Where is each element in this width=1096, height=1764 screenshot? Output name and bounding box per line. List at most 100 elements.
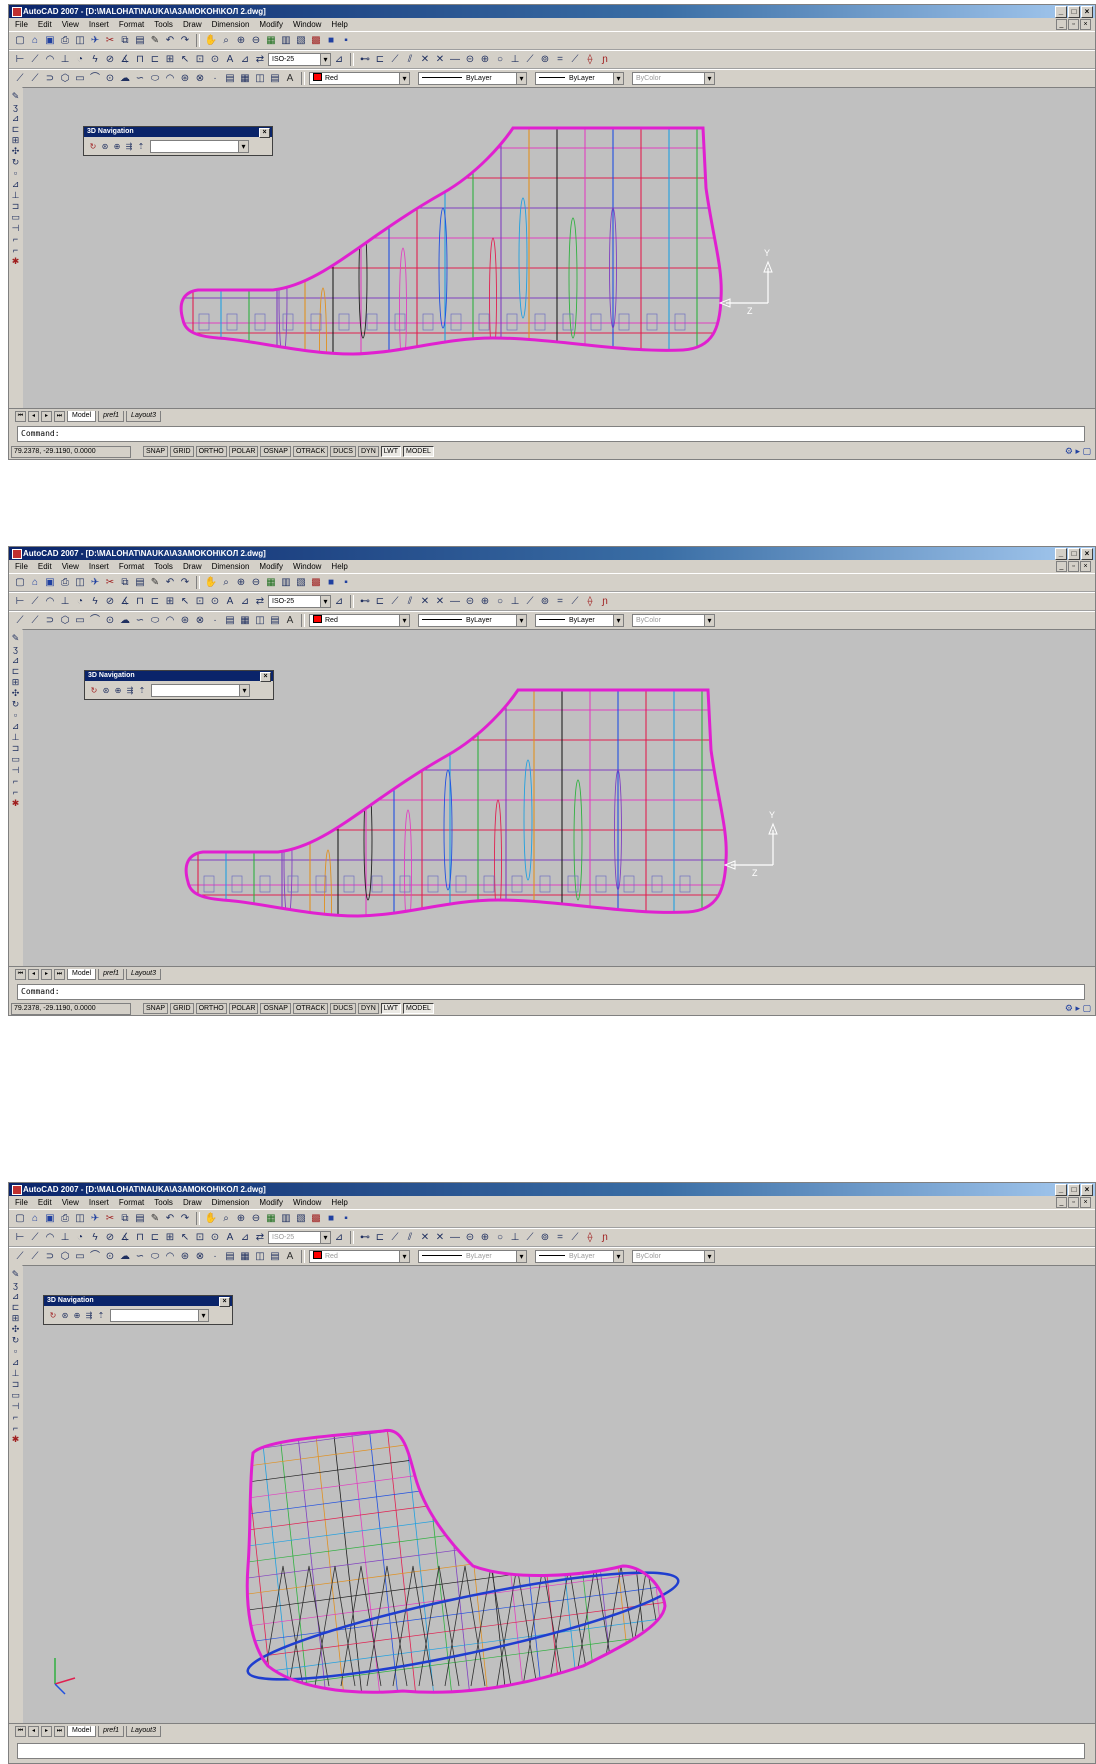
zoom-window-icon[interactable]: ⊕ xyxy=(234,1212,248,1225)
join-tool-icon[interactable]: ⊣ xyxy=(12,223,20,233)
plotstyle-dropdown[interactable]: ByColor xyxy=(632,72,715,85)
menu-help[interactable]: Help xyxy=(331,560,347,573)
orbit-icon[interactable]: ↻ xyxy=(89,686,99,696)
polygon-icon[interactable]: ⬡ xyxy=(58,614,72,627)
join-tool-icon[interactable]: ⊣ xyxy=(12,765,20,775)
pan-icon[interactable]: ✋ xyxy=(204,34,218,47)
zoom-realtime-icon[interactable]: ⌕ xyxy=(219,1212,233,1225)
quickcalc-icon[interactable]: ▪ xyxy=(339,34,353,47)
minimize-button[interactable]: _ xyxy=(1055,1184,1067,1196)
plot-preview-icon[interactable]: ◫ xyxy=(73,34,87,47)
insert-block-icon[interactable]: ⊛ xyxy=(178,1250,192,1263)
trim-icon[interactable]: ⊕ xyxy=(478,53,492,66)
polar-toggle[interactable]: POLAR xyxy=(228,446,259,457)
tool-palettes-icon[interactable]: ▧ xyxy=(294,34,308,47)
erase-icon[interactable]: ⟋ xyxy=(568,53,582,66)
offset-icon[interactable]: ⫽ xyxy=(403,1231,417,1244)
lineweight-dropdown[interactable]: ByLayer xyxy=(535,72,624,85)
save-icon[interactable]: ▣ xyxy=(43,1212,57,1225)
markup-icon[interactable]: ■ xyxy=(324,34,338,47)
extend-icon[interactable]: ○ xyxy=(493,1231,507,1244)
diameter-icon[interactable]: ⊘ xyxy=(103,1231,117,1244)
extend-tool-icon[interactable]: ⊐ xyxy=(12,1379,20,1389)
aligned-dim-icon[interactable]: ⟋ xyxy=(28,53,42,66)
next-tab-icon[interactable]: ▸ xyxy=(41,410,52,422)
properties-icon[interactable]: ▦ xyxy=(264,1212,278,1225)
scale-tool-icon[interactable]: ▫ xyxy=(14,710,17,720)
menu-dimension[interactable]: Dimension xyxy=(212,1196,250,1209)
dim-edit-icon[interactable]: A xyxy=(223,53,237,66)
scale-tool-icon[interactable]: ▫ xyxy=(14,168,17,178)
table-icon[interactable]: ▤ xyxy=(268,614,282,627)
trim-icon[interactable]: ⊕ xyxy=(478,1231,492,1244)
array-tool-icon[interactable]: ⊞ xyxy=(12,1313,20,1323)
dim-update-icon[interactable]: ⇄ xyxy=(253,53,267,66)
walk-icon[interactable]: ⇶ xyxy=(84,1311,94,1321)
mirror-icon[interactable]: ⟋ xyxy=(388,1231,402,1244)
menu-insert[interactable]: Insert xyxy=(89,560,109,573)
arc-icon[interactable]: ⌒ xyxy=(88,72,102,85)
tab-layout3[interactable]: Layout3 xyxy=(126,1725,161,1737)
break-tool-icon[interactable]: ▭ xyxy=(11,212,20,222)
break-icon[interactable]: ⊥ xyxy=(508,595,522,608)
continue-icon[interactable]: ⊞ xyxy=(163,595,177,608)
radius-icon[interactable]: ◔ xyxy=(73,53,87,66)
baseline-icon[interactable]: ⊏ xyxy=(148,595,162,608)
plot-preview-icon[interactable]: ◫ xyxy=(73,576,87,589)
dim-text-edit-icon[interactable]: ⊿ xyxy=(238,53,252,66)
lwt-toggle[interactable]: LWT xyxy=(380,446,402,457)
ellipse-arc-icon[interactable]: ◠ xyxy=(163,1250,177,1263)
tolerance-icon[interactable]: ⊡ xyxy=(193,595,207,608)
radius-icon[interactable]: ◔ xyxy=(73,595,87,608)
osnap-toggle[interactable]: OSNAP xyxy=(260,1003,291,1014)
dim-text-edit-icon[interactable]: ⊿ xyxy=(238,595,252,608)
move-tool-icon[interactable]: ✣ xyxy=(12,146,20,156)
line-icon[interactable]: ⟋ xyxy=(13,72,27,85)
break-tool-icon[interactable]: ▭ xyxy=(11,754,20,764)
zoom-window-icon[interactable]: ⊕ xyxy=(234,34,248,47)
tray-settings-icon[interactable]: ⚙ ▸ ▢ xyxy=(1065,446,1091,457)
qleader-icon[interactable]: ↖ xyxy=(178,1231,192,1244)
view-dropdown[interactable] xyxy=(151,684,250,697)
first-tab-icon[interactable]: ⏮ xyxy=(15,410,26,422)
paste-icon[interactable]: ▤ xyxy=(133,34,147,47)
polyline-icon[interactable]: ⊃ xyxy=(43,614,57,627)
paste-icon[interactable]: ▤ xyxy=(133,576,147,589)
array-icon[interactable]: ✕ xyxy=(418,53,432,66)
dim-text-edit-icon[interactable]: ⊿ xyxy=(238,1231,252,1244)
color-dropdown[interactable]: Red xyxy=(309,72,410,85)
model-viewport[interactable]: YZ 3D Navigation × ↻ ⊛ ⊕ ⇶ ⇡ xyxy=(23,629,1095,967)
line-icon[interactable]: ⟋ xyxy=(13,614,27,627)
offset-tool-icon[interactable]: ⊏ xyxy=(12,1302,20,1312)
copy-object-icon[interactable]: ⊏ xyxy=(373,595,387,608)
zoom-realtime-icon[interactable]: ⌕ xyxy=(219,34,233,47)
prev-tab-icon[interactable]: ◂ xyxy=(28,968,39,980)
copy-tool-icon[interactable]: ʒ xyxy=(13,1280,18,1290)
doc-restore-button[interactable]: ▫ xyxy=(1068,19,1079,30)
ducs-toggle[interactable]: DUCS xyxy=(330,446,356,457)
dyn-toggle[interactable]: DYN xyxy=(357,446,379,457)
fly-icon[interactable]: ⇡ xyxy=(136,142,146,152)
menu-insert[interactable]: Insert xyxy=(89,1196,109,1209)
arc-icon[interactable]: ⌒ xyxy=(88,1250,102,1263)
menu-modify[interactable]: Modify xyxy=(259,18,283,31)
pan-icon[interactable]: ✋ xyxy=(204,576,218,589)
menu-help[interactable]: Help xyxy=(331,18,347,31)
dyn-toggle[interactable]: DYN xyxy=(357,1003,379,1014)
break-tool-icon[interactable]: ▭ xyxy=(11,1390,20,1400)
quickcalc-icon[interactable]: ▪ xyxy=(339,1212,353,1225)
doc-minimize-button[interactable]: _ xyxy=(1056,561,1067,572)
explode-red-icon[interactable]: ⟠ xyxy=(583,53,597,66)
center-mark-icon[interactable]: ⊙ xyxy=(208,53,222,66)
rotate-tool-icon[interactable]: ↻ xyxy=(12,157,20,167)
copy-object-icon[interactable]: ⊏ xyxy=(373,1231,387,1244)
rotate-tool-icon[interactable]: ↻ xyxy=(12,1335,20,1345)
extend-tool-icon[interactable]: ⊐ xyxy=(12,743,20,753)
hatch-icon[interactable]: ▤ xyxy=(223,1250,237,1263)
tab-model[interactable]: Model xyxy=(67,1725,97,1737)
break-icon[interactable]: ⊥ xyxy=(508,1231,522,1244)
array-tool-icon[interactable]: ⊞ xyxy=(12,135,20,145)
scale-icon[interactable]: — xyxy=(448,595,462,608)
erase-tool-icon[interactable]: ✎ xyxy=(12,1269,20,1279)
rotate-icon[interactable]: ✕ xyxy=(433,595,447,608)
